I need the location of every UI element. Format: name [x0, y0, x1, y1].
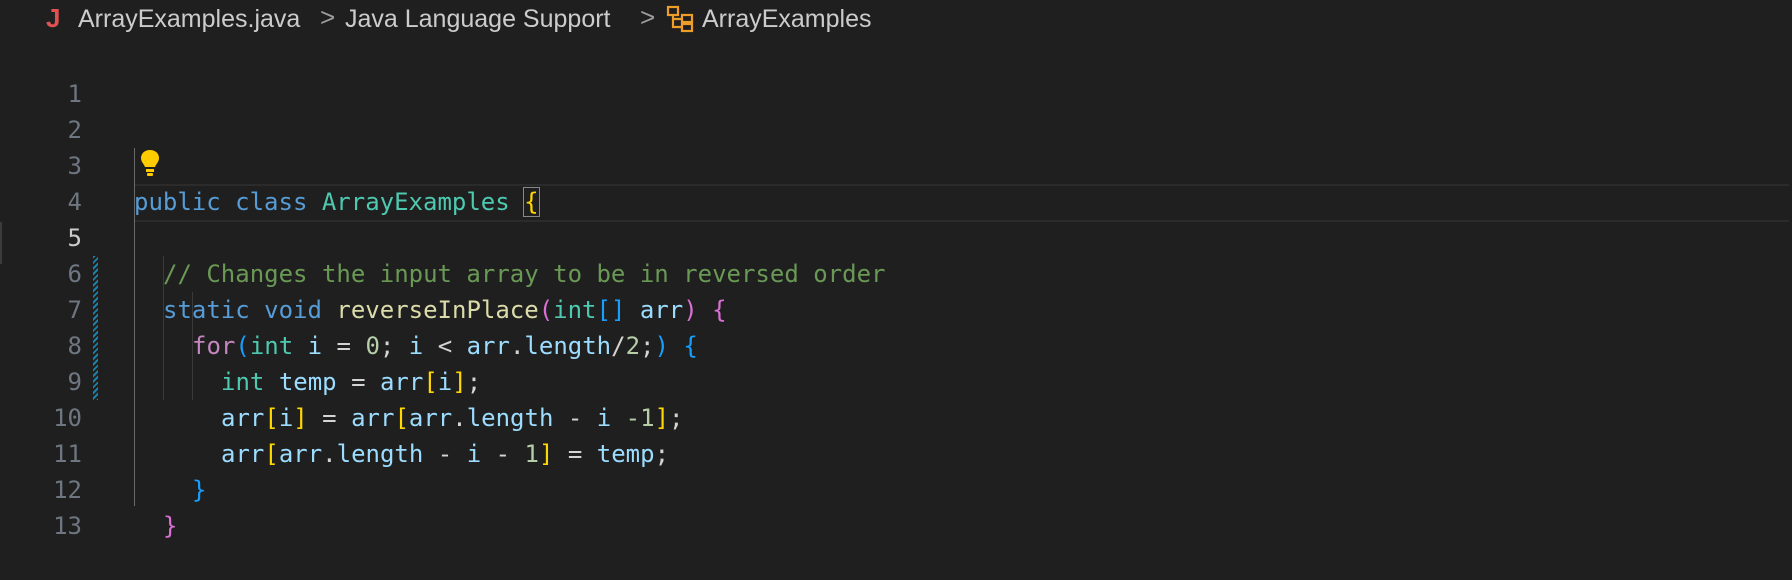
- breadcrumb-class[interactable]: ArrayExamples: [702, 5, 872, 34]
- code-line: 12 }: [0, 436, 1792, 540]
- class-symbol-icon: [666, 5, 694, 33]
- breadcrumb-file[interactable]: ArrayExamples.java: [78, 5, 300, 34]
- code-line: 2: [0, 76, 1792, 144]
- chevron-right-icon: >: [320, 2, 336, 32]
- code-line: 3 public class ArrayExamples {: [0, 112, 1792, 217]
- code-line: 4: [0, 148, 1792, 216]
- code-line: 11 }: [0, 400, 1792, 504]
- breadcrumb: J ArrayExamples.java > Java Language Sup…: [0, 0, 1792, 38]
- code-editor[interactable]: 1 2 3 public class ArrayExamples { 4 5 /…: [0, 40, 1792, 540]
- chevron-right-icon: >: [640, 2, 656, 32]
- code-line: 8 int temp = arr[i];: [0, 292, 1792, 396]
- brace: }: [163, 512, 178, 540]
- code-line-active: 5 // Changes the input array to be in re…: [0, 184, 1792, 288]
- line-number: 13: [53, 512, 82, 540]
- java-file-icon: J: [46, 3, 61, 33]
- breadcrumb-package[interactable]: Java Language Support: [345, 5, 611, 34]
- code-line: 1: [0, 40, 1792, 108]
- code-line: 6 static void reverseInPlace(int[] arr) …: [0, 220, 1792, 324]
- code-line: 13: [0, 472, 1792, 540]
- code-line: 10 arr[arr.length - i - 1] = temp;: [0, 364, 1792, 468]
- code-line: 9 arr[i] = arr[arr.length - i -1];: [0, 328, 1792, 432]
- block-end: }: [163, 508, 177, 544]
- code-line: 7 for(int i = 0; i < arr.length/2;) {: [0, 256, 1792, 360]
